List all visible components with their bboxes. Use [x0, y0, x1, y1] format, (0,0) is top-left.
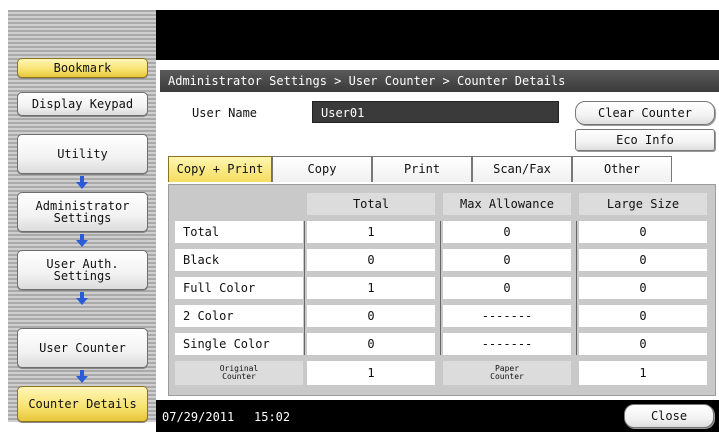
status-time: 15:02 — [254, 410, 291, 424]
tab-copy-print[interactable]: Copy + Print — [168, 156, 272, 182]
screen: Bookmark Display Keypad Utility Administ… — [0, 0, 719, 432]
utility-button[interactable]: Utility — [17, 134, 148, 174]
original-counter-label: Original Counter — [175, 361, 303, 385]
administrator-settings-button[interactable]: Administrator Settings — [17, 192, 148, 232]
column-divider — [440, 221, 441, 355]
cell-total-total: 1 — [307, 221, 435, 243]
user-auth-settings-button[interactable]: User Auth. Settings — [17, 250, 148, 290]
status-date: 07/29/2011 — [162, 410, 235, 424]
tab-scan-fax[interactable]: Scan/Fax — [472, 156, 572, 182]
user-counter-button[interactable]: User Counter — [17, 328, 148, 368]
tab-print[interactable]: Print — [372, 156, 472, 182]
display-keypad-button[interactable]: Display Keypad — [17, 92, 148, 116]
cell-total-large: 0 — [579, 221, 707, 243]
counter-details-button[interactable]: Counter Details — [17, 386, 148, 422]
column-header-max-allowance: Max Allowance — [443, 193, 571, 215]
cell-single-color-max: ------- — [443, 333, 571, 355]
eco-info-button[interactable]: Eco Info — [575, 129, 715, 151]
left-sidebar: Bookmark Display Keypad Utility Administ… — [8, 10, 156, 422]
down-arrow-icon — [76, 234, 88, 247]
status-bar: 07/29/2011 15:02 Close — [156, 400, 719, 432]
cell-black-max: 0 — [443, 249, 571, 271]
tab-other[interactable]: Other — [572, 156, 672, 182]
user-name-label: User Name — [192, 106, 258, 120]
counter-table: Total Max Allowance Large Size Total 1 0… — [168, 184, 716, 396]
user-name-field: User01 — [312, 101, 559, 123]
row-label-black: Black — [175, 249, 303, 271]
column-header-total: Total — [307, 193, 435, 215]
row-label-2-color: 2 Color — [175, 305, 303, 327]
clear-counter-button[interactable]: Clear Counter — [575, 101, 715, 125]
row-label-single-color: Single Color — [175, 333, 303, 355]
original-counter-value: 1 — [307, 361, 435, 385]
cell-full-color-large: 0 — [579, 277, 707, 299]
down-arrow-icon — [76, 176, 88, 189]
cell-black-total: 0 — [307, 249, 435, 271]
row-label-total: Total — [175, 221, 303, 243]
paper-counter-label: Paper Counter — [443, 361, 571, 385]
cell-2-color-total: 0 — [307, 305, 435, 327]
cell-full-color-total: 1 — [307, 277, 435, 299]
column-divider — [304, 221, 305, 355]
cell-single-color-large: 0 — [579, 333, 707, 355]
down-arrow-icon — [76, 292, 88, 305]
column-divider — [576, 221, 577, 355]
column-header-large-size: Large Size — [579, 193, 707, 215]
breadcrumb: Administrator Settings > User Counter > … — [160, 70, 719, 92]
cell-2-color-max: ------- — [443, 305, 571, 327]
paper-counter-value: 1 — [579, 361, 707, 385]
bookmark-button[interactable]: Bookmark — [17, 58, 148, 78]
cell-total-max: 0 — [443, 221, 571, 243]
close-button[interactable]: Close — [624, 404, 714, 428]
cell-single-color-total: 0 — [307, 333, 435, 355]
cell-black-large: 0 — [579, 249, 707, 271]
row-label-full-color: Full Color — [175, 277, 303, 299]
top-bar — [156, 10, 719, 60]
down-arrow-icon — [76, 370, 88, 383]
cell-full-color-max: 0 — [443, 277, 571, 299]
cell-2-color-large: 0 — [579, 305, 707, 327]
tab-copy[interactable]: Copy — [272, 156, 372, 182]
